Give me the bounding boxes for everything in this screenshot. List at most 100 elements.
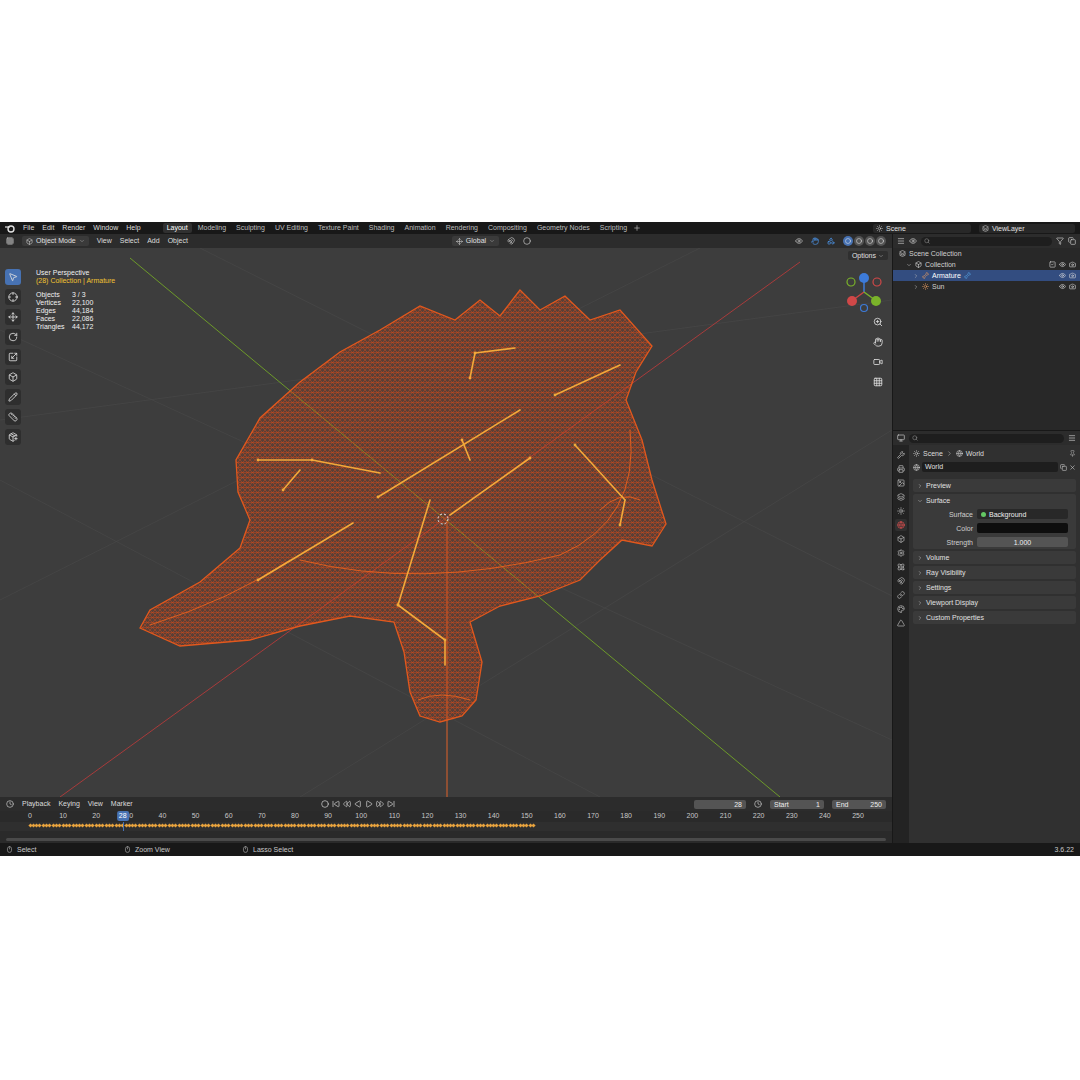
properties-tab[interactable] [895, 547, 907, 559]
properties-tab[interactable] [895, 603, 907, 615]
property-field[interactable]: Background [977, 509, 1068, 519]
workspace-tab[interactable]: Layout [163, 223, 192, 233]
camera-view-button[interactable] [871, 355, 885, 369]
start-frame-field[interactable]: Start1 [770, 800, 824, 809]
viewport-menu[interactable]: Object [168, 236, 188, 246]
workspace-tab[interactable]: Compositing [484, 223, 531, 233]
collapsed-icon [917, 600, 923, 606]
end-frame-field[interactable]: End250 [832, 800, 886, 809]
zoom-button[interactable] [871, 315, 885, 329]
collapsed-icon [917, 585, 923, 591]
current-frame-field[interactable]: 28 [694, 800, 746, 809]
outliner-row[interactable]: Collection [893, 259, 1080, 270]
panel-header[interactable]: Surface [913, 494, 1076, 507]
properties-tab[interactable] [895, 491, 907, 503]
properties-tab[interactable] [895, 575, 907, 587]
workspace-tab[interactable]: Modeling [194, 223, 230, 233]
navigation-gizmo-icon[interactable] [842, 270, 886, 314]
properties-tab[interactable] [895, 533, 907, 545]
timeline-menu[interactable]: Playback [22, 799, 50, 809]
keyframe[interactable] [531, 823, 535, 827]
origin-cursor-icon[interactable] [438, 514, 448, 524]
timeline-scrollbar[interactable] [6, 838, 886, 841]
shading-button[interactable] [854, 236, 864, 246]
timeline-menu[interactable]: Marker [111, 799, 133, 809]
tool-button[interactable] [5, 409, 21, 425]
viewport-menu[interactable]: Select [120, 236, 139, 246]
tool-button[interactable] [5, 289, 21, 305]
shading-button[interactable] [876, 236, 886, 246]
socket-dot [981, 512, 986, 517]
workspace-tab[interactable]: UV Editing [271, 223, 312, 233]
outliner-row[interactable]: Armature [893, 270, 1080, 281]
pan-button[interactable] [871, 335, 885, 349]
workspace-tab[interactable]: Rendering [442, 223, 482, 233]
panel-header[interactable]: Viewport Display [913, 596, 1076, 609]
property-field[interactable] [977, 523, 1068, 533]
tool-button[interactable] [5, 389, 21, 405]
outliner-search[interactable] [921, 237, 1052, 246]
menu-item[interactable]: Help [126, 223, 140, 233]
properties-tab[interactable] [895, 589, 907, 601]
panel-header[interactable]: Settings [913, 581, 1076, 594]
tool-button[interactable] [5, 369, 21, 385]
properties-tab[interactable] [895, 477, 907, 489]
ortho-button[interactable] [871, 375, 885, 389]
workspace-tab[interactable]: Texture Paint [314, 223, 363, 233]
menu-item[interactable]: Edit [42, 223, 54, 233]
blender-logo-icon[interactable] [5, 224, 15, 233]
timeline-menu[interactable]: Keying [58, 799, 79, 809]
scene-field[interactable]: Scene [873, 224, 971, 233]
timeline-menu[interactable]: View [88, 799, 103, 809]
tool-button[interactable] [5, 329, 21, 345]
mouse-icon [6, 846, 13, 853]
3d-viewport[interactable]: User Perspective(28) Collection | Armatu… [0, 248, 892, 797]
workspace-tab[interactable]: Sculpting [232, 223, 269, 233]
view-layer-field[interactable]: ViewLayer [979, 224, 1075, 233]
workspace-tab[interactable]: Animation [401, 223, 440, 233]
properties-search[interactable] [909, 434, 1064, 443]
shading-button[interactable] [843, 236, 853, 246]
world-name-field[interactable]: World [922, 462, 1058, 472]
properties-tab[interactable] [895, 561, 907, 573]
outliner-row[interactable]: Sun [893, 281, 1080, 292]
panel-header[interactable]: Ray Visibility [913, 566, 1076, 579]
shading-button[interactable] [865, 236, 875, 246]
tool-button[interactable] [5, 349, 21, 365]
mode-dropdown[interactable]: Object Mode [22, 236, 89, 246]
property-field[interactable]: 1.000 [977, 537, 1068, 547]
viewport-canvas[interactable] [0, 248, 892, 797]
keyframe-strip[interactable] [0, 822, 892, 831]
annotate-icon [8, 392, 18, 402]
properties-tab[interactable] [895, 519, 907, 531]
playhead-label[interactable]: 28 [117, 811, 129, 821]
turtle-mesh[interactable] [140, 290, 666, 722]
properties-tab[interactable] [895, 449, 907, 461]
workspace-tab[interactable]: Shading [365, 223, 399, 233]
options-button[interactable]: Options [848, 251, 888, 260]
outliner-row[interactable]: Scene Collection [893, 248, 1080, 259]
stat-label: Triangles [36, 323, 68, 330]
properties-tab[interactable] [895, 505, 907, 517]
tool-button[interactable] [5, 309, 21, 325]
frame-ruler[interactable]: 0102030405060708090100110120130140150160… [0, 811, 892, 822]
tool-button[interactable] [5, 429, 21, 445]
panel-header[interactable]: Volume [913, 551, 1076, 564]
orientation-dropdown[interactable]: Global [452, 236, 499, 246]
panel-header[interactable]: Preview [913, 479, 1076, 492]
workspace-tab[interactable]: Scripting [596, 223, 631, 233]
properties-tab[interactable] [895, 617, 907, 629]
panel-header[interactable]: Custom Properties [913, 611, 1076, 624]
menu-item[interactable]: File [23, 223, 34, 233]
tool-button[interactable] [5, 269, 21, 285]
viewport-menu[interactable]: Add [147, 236, 159, 246]
workspace-tab[interactable]: Geometry Nodes [533, 223, 594, 233]
armature-bones[interactable] [258, 348, 625, 665]
frame-tick: 90 [324, 812, 332, 819]
frame-tick: 250 [852, 812, 864, 819]
properties-tab[interactable] [895, 463, 907, 475]
menu-item[interactable]: Window [93, 223, 118, 233]
property-panel: Custom Properties [913, 611, 1076, 624]
viewport-menu[interactable]: View [97, 236, 112, 246]
menu-item[interactable]: Render [62, 223, 85, 233]
